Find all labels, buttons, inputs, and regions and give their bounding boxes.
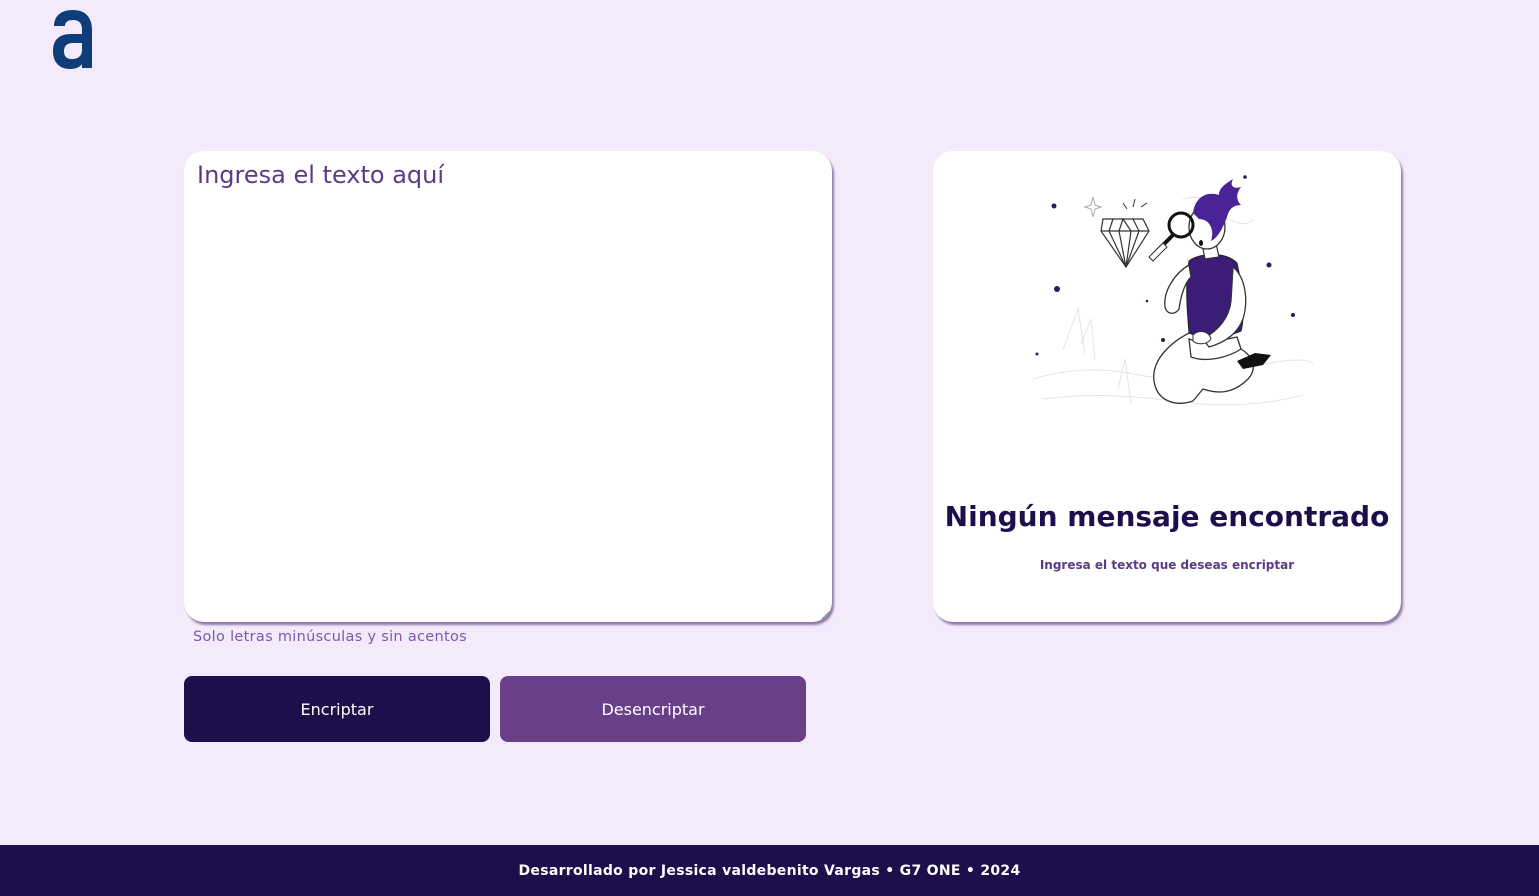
empty-state-title: Ningún mensaje encontrado — [944, 500, 1390, 533]
output-card: Ningún mensaje encontrado Ingresa el tex… — [933, 151, 1401, 622]
hint-text: Solo letras minúsculas y sin acentos — [193, 629, 468, 645]
person-with-magnifying-glass-illustration — [1032, 175, 1314, 406]
footer: Desarrollado por Jessica valdebenito Var… — [0, 845, 1539, 896]
encrypt-button[interactable]: Encriptar — [184, 676, 490, 742]
text-input[interactable] — [184, 151, 832, 622]
resize-handle-icon[interactable] — [820, 610, 830, 620]
footer-text: Desarrollado por Jessica valdebenito Var… — [518, 862, 1021, 879]
alura-logo-icon — [53, 10, 92, 69]
input-hint: Solo letras minúsculas y sin acentos — [193, 629, 467, 645]
empty-state-subtitle: Ingresa el texto que deseas encriptar — [1039, 558, 1295, 572]
decrypt-button[interactable]: Desencriptar — [500, 676, 806, 742]
text-input-card — [184, 151, 832, 622]
